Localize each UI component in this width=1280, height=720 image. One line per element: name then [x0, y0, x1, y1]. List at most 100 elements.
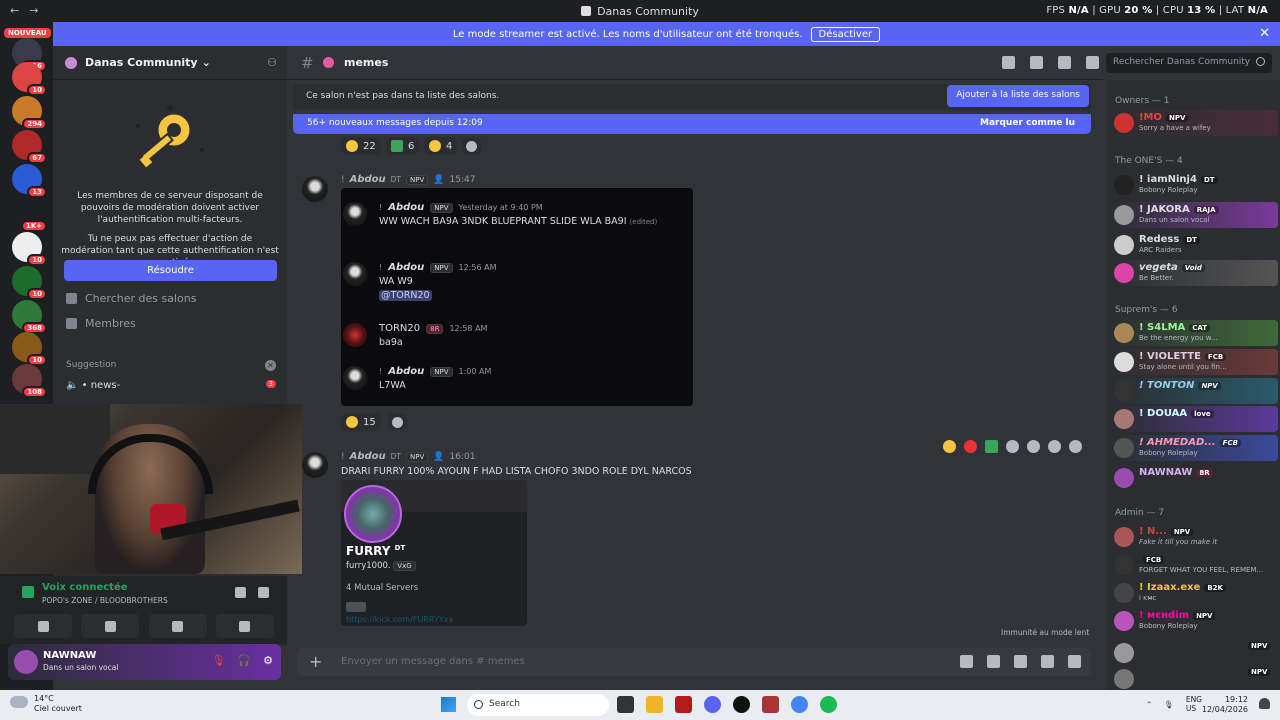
add-reaction-icon[interactable]: [1006, 440, 1019, 453]
reaction[interactable]: 6: [386, 137, 420, 155]
soundboard-button[interactable]: [215, 614, 274, 638]
server-icon[interactable]: 368: [12, 300, 47, 334]
disable-streamer-button[interactable]: Désactiver: [810, 26, 881, 42]
clock[interactable]: 19:12 12/04/2026: [1202, 695, 1248, 715]
message-composer[interactable]: + Envoyer un message dans # memes: [297, 648, 1091, 676]
reaction[interactable]: 15: [341, 413, 381, 431]
mark-read-button[interactable]: Marquer comme lu: [980, 118, 1075, 128]
screen-share-button[interactable]: [81, 614, 140, 638]
member-item[interactable]: ! AHMEDAD... FCB Bobony Roleplay: [1113, 435, 1278, 461]
server-icon[interactable]: 10: [12, 266, 47, 300]
pin-icon[interactable]: [1058, 56, 1071, 69]
server-icon[interactable]: 10: [12, 332, 47, 366]
voice-server[interactable]: POPO's ZONE / BLOODBROTHERS: [42, 596, 168, 605]
notification-bell-icon[interactable]: [1259, 698, 1270, 709]
author-name[interactable]: Abdou: [350, 451, 386, 462]
spotify-icon[interactable]: [820, 696, 837, 713]
mic-icon[interactable]: 🎙: [1164, 700, 1174, 709]
member-item[interactable]: ! DOUAA love: [1113, 406, 1278, 432]
member-item[interactable]: ! iamNinj4 DT Bobony Roleplay: [1113, 172, 1278, 198]
language-indicator[interactable]: ENG US: [1186, 695, 1202, 713]
emoji-icon[interactable]: [1041, 655, 1054, 668]
guild-header[interactable]: Danas Community ⌄ ⚇: [53, 46, 287, 80]
chrome-icon[interactable]: [791, 696, 808, 713]
mic-muted-icon[interactable]: 🎙: [211, 654, 225, 667]
invite-icon[interactable]: ⚇: [267, 56, 277, 69]
member-item[interactable]: ! JAKORA RAJA Dans un salon vocal: [1113, 202, 1278, 228]
avatar[interactable]: [14, 650, 38, 674]
adobe-icon[interactable]: [675, 696, 692, 713]
task-view-icon[interactable]: [617, 696, 634, 713]
nav-arrows[interactable]: ← →: [10, 4, 48, 17]
obs-icon[interactable]: [733, 696, 750, 713]
apps-icon[interactable]: [1068, 655, 1081, 668]
search-input[interactable]: Rechercher Danas Community: [1106, 53, 1272, 73]
noise-icon[interactable]: [235, 587, 246, 598]
close-icon[interactable]: ✕: [1259, 26, 1270, 41]
laugh-emoji-icon[interactable]: [943, 440, 956, 453]
server-icon[interactable]: 1K+: [12, 198, 47, 232]
threads-icon[interactable]: [1002, 56, 1015, 69]
message-input[interactable]: Envoyer un message dans # memes: [341, 656, 525, 667]
reply-icon[interactable]: [1027, 440, 1040, 453]
member-item[interactable]: vegeta Void Be Better.: [1113, 260, 1278, 286]
discord-icon[interactable]: [704, 696, 721, 713]
gear-icon[interactable]: ⚙: [263, 654, 273, 667]
server-icon[interactable]: 13: [12, 164, 47, 198]
member-item[interactable]: ! TONTON NPV: [1113, 378, 1278, 404]
member-item[interactable]: ! мєнdim NPV Bobony Roleplay: [1113, 608, 1278, 634]
server-icon[interactable]: 67: [12, 130, 47, 164]
screenshot-embed[interactable]: ! Abdou NPV Yesterday at 9:40 PM WW WACH BA…: [341, 188, 693, 406]
close-icon[interactable]: ✕: [265, 360, 276, 371]
activities-button[interactable]: [148, 614, 207, 638]
browse-channels[interactable]: Chercher des salons: [66, 292, 196, 305]
more-icon[interactable]: [1069, 440, 1082, 453]
server-icon[interactable]: 108: [12, 364, 47, 398]
sticker-icon[interactable]: [1014, 655, 1027, 668]
member-item[interactable]: ! N... NPV Fake it till you make it: [1113, 524, 1278, 550]
plus-icon[interactable]: +: [309, 652, 322, 671]
member-list-icon[interactable]: [1086, 56, 1099, 69]
avatar[interactable]: [302, 452, 328, 478]
member-item[interactable]: ! Izaax.exe B2K i ᴋᴍ̶ᴄ: [1113, 580, 1278, 606]
member-item[interactable]: NAWNAW 8R: [1113, 465, 1278, 491]
profile-card-embed[interactable]: FURRY DT furry1000. VxG 4 Mutual Servers…: [341, 480, 527, 626]
profile-link[interactable]: https://kick.com/FURRYYxx: [346, 615, 453, 624]
new-messages-bar[interactable]: 56+ nouveaux messages depuis 12:09 Marqu…: [293, 114, 1091, 134]
add-reaction-button[interactable]: [388, 413, 407, 431]
avatar[interactable]: [302, 176, 328, 202]
forward-icon[interactable]: [1048, 440, 1061, 453]
gif-icon[interactable]: [987, 655, 1000, 668]
resolve-button[interactable]: Résoudre: [64, 260, 277, 281]
chevron-up-icon[interactable]: ⌃: [1146, 700, 1152, 709]
member-item[interactable]: !MO NPV Sorry a have a wifey: [1113, 110, 1278, 136]
member-item[interactable]: FCB FORGET WHAT YOU FEEL, REMEM...: [1113, 552, 1278, 578]
gift-icon[interactable]: [960, 655, 973, 668]
server-icon[interactable]: 10: [12, 62, 47, 96]
app-icon[interactable]: [762, 696, 779, 713]
server-icon[interactable]: 10: [12, 232, 47, 266]
folder-icon[interactable]: [646, 696, 663, 713]
reaction[interactable]: 22: [341, 137, 381, 155]
member-item[interactable]: NPV: [1113, 666, 1278, 690]
weather-widget[interactable]: 14°C Ciel couvert: [10, 694, 82, 714]
suggested-channel[interactable]: 🔈 • news- 3: [66, 380, 276, 391]
taskbar-search[interactable]: Search: [467, 694, 609, 716]
member-item[interactable]: Redess DT ARC Raiders: [1113, 232, 1278, 258]
windows-start-icon[interactable]: [441, 697, 456, 712]
deafen-icon[interactable]: 🎧: [237, 654, 251, 667]
member-item[interactable]: NPV: [1113, 640, 1278, 666]
add-reaction-button[interactable]: [462, 137, 481, 155]
notification-icon[interactable]: [1030, 56, 1043, 69]
member-item[interactable]: ! VIOLETTE FCB Stay alone until you fin...: [1113, 349, 1278, 375]
camera-button[interactable]: [14, 614, 72, 638]
check-emoji-icon[interactable]: [985, 440, 998, 453]
add-channel-button[interactable]: Ajouter à la liste des salons: [947, 85, 1089, 107]
reaction[interactable]: 4: [424, 137, 458, 155]
disconnect-icon[interactable]: [258, 587, 269, 598]
members-link[interactable]: Membres: [66, 317, 136, 330]
heart-emoji-icon[interactable]: [964, 440, 977, 453]
author-name[interactable]: Abdou: [350, 174, 386, 185]
member-item[interactable]: ! S4LMA CAT Be the energy you w...: [1113, 320, 1278, 346]
server-icon[interactable]: 294: [12, 96, 47, 130]
